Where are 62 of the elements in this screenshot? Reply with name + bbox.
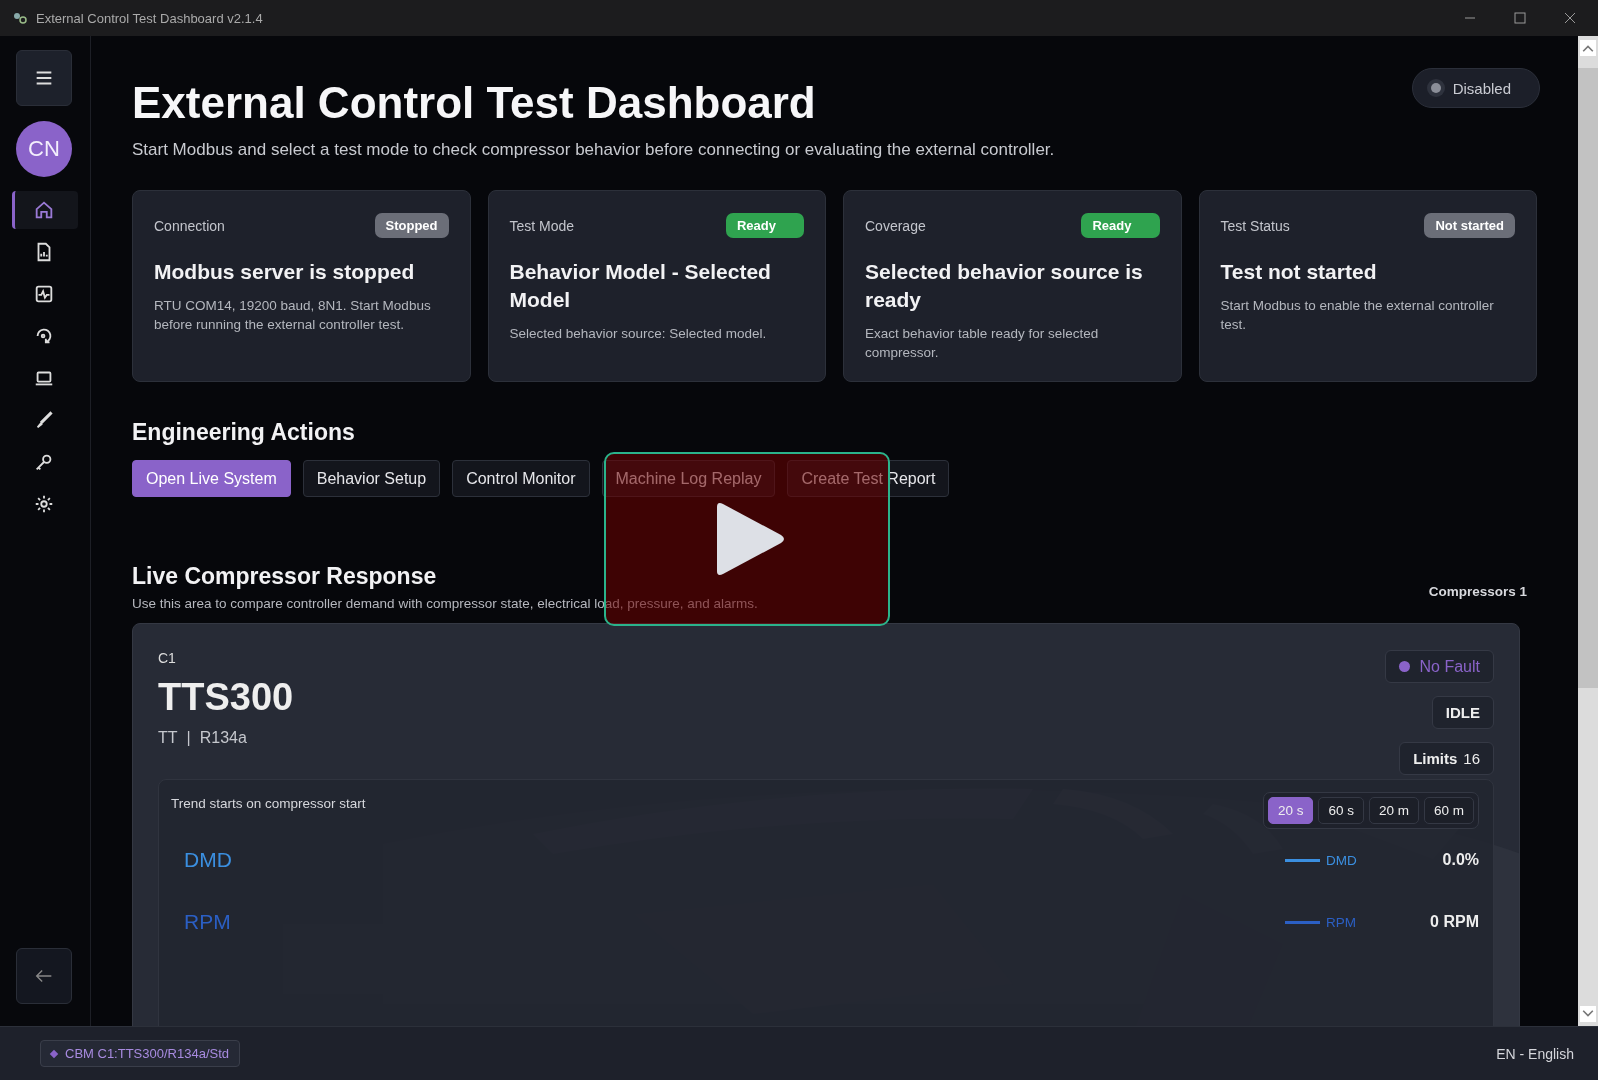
page-title: External Control Test Dashboard	[132, 77, 817, 129]
card-label: Connection	[154, 217, 225, 234]
activity-icon	[33, 283, 55, 305]
page-subtitle: Start Modbus and select a test mode to check compressor behavior before connecting or evaluating the external controller.	[132, 140, 1055, 160]
compressor-id: C1	[158, 650, 177, 666]
scroll-down-icon[interactable]	[1580, 1006, 1596, 1022]
series-value: 0.0%	[1441, 851, 1479, 869]
legend-label: RPM	[1326, 914, 1356, 930]
trend-title: Trend starts on compressor start	[171, 796, 366, 811]
compressor-model: TTS300	[158, 676, 294, 719]
avatar[interactable]: CN	[16, 121, 72, 177]
card-label: Coverage	[865, 217, 926, 234]
series-label: DMD	[183, 848, 233, 872]
settings-icon	[33, 493, 55, 515]
limits-count: 16	[1463, 750, 1480, 767]
section-title: Live Compressor Response	[132, 563, 438, 590]
legend-line	[1285, 858, 1320, 862]
card-title: Selected behavior source is ready	[865, 259, 1144, 313]
status-badge: Stopped	[374, 213, 449, 238]
scrollbar[interactable]	[1578, 36, 1598, 1026]
card-text: RTU COM14, 19200 baud, 8N1. Start Modbus before running the external controller test.	[154, 297, 432, 334]
close-icon[interactable]	[1564, 12, 1576, 24]
status-badge: Ready	[725, 213, 804, 238]
range-button[interactable]: 20 m	[1368, 797, 1419, 824]
separator: |	[186, 729, 191, 747]
window-title: External Control Test Dashboard v2.1.4	[36, 10, 263, 26]
legend-label: DMD	[1326, 852, 1357, 868]
card-title: Modbus server is stopped	[154, 259, 416, 285]
card-label: Test Status	[1220, 217, 1290, 234]
action-button[interactable]: Machine Log Replay	[601, 460, 776, 497]
maximize-icon[interactable]	[1514, 12, 1526, 24]
compressor-type: TT	[158, 729, 178, 747]
card-label: Test Mode	[509, 217, 575, 234]
mode-toggle[interactable]: Disabled	[1411, 68, 1540, 108]
app-icon	[12, 10, 28, 26]
range-button[interactable]: 20 s	[1267, 797, 1314, 824]
action-button[interactable]: Control Monitor	[452, 460, 590, 497]
fault-pill: No Fault	[1384, 650, 1494, 683]
range-button[interactable]: 60 m	[1424, 797, 1474, 824]
language-label[interactable]: EN - English	[1496, 1045, 1574, 1062]
limits-label: Limits	[1413, 750, 1458, 767]
profile-tag[interactable]: CBM C1:TTS300/R134a/Std	[40, 1040, 241, 1067]
range-button[interactable]: 60 s	[1318, 797, 1364, 824]
card-title: Test not started	[1220, 259, 1378, 285]
action-button[interactable]: Open Live System	[132, 460, 291, 497]
card-text: Exact behavior table ready for selected compressor.	[865, 325, 1100, 362]
state-pill: IDLE	[1431, 696, 1494, 729]
action-button[interactable]: Behavior Setup	[302, 460, 441, 497]
section-title: Engineering Actions	[132, 419, 356, 446]
refrigerant: R134a	[199, 729, 247, 747]
series-value: 0 RPM	[1429, 913, 1479, 931]
compressor-count: Compressors 1	[1428, 584, 1527, 599]
card-text: Start Modbus to enable the external controller test.	[1220, 297, 1495, 334]
series-label: RPM	[183, 910, 232, 934]
scroll-up-icon[interactable]	[1580, 40, 1596, 56]
status-badge: Not started	[1424, 213, 1515, 238]
home-icon	[33, 199, 55, 221]
card-title: Behavior Model - Selected Model	[509, 259, 772, 313]
menu-button[interactable]	[16, 50, 72, 106]
legend-line	[1285, 920, 1320, 924]
status-badge: Ready	[1081, 213, 1160, 238]
card-text: Selected behavior source: Selected model.	[509, 325, 768, 343]
